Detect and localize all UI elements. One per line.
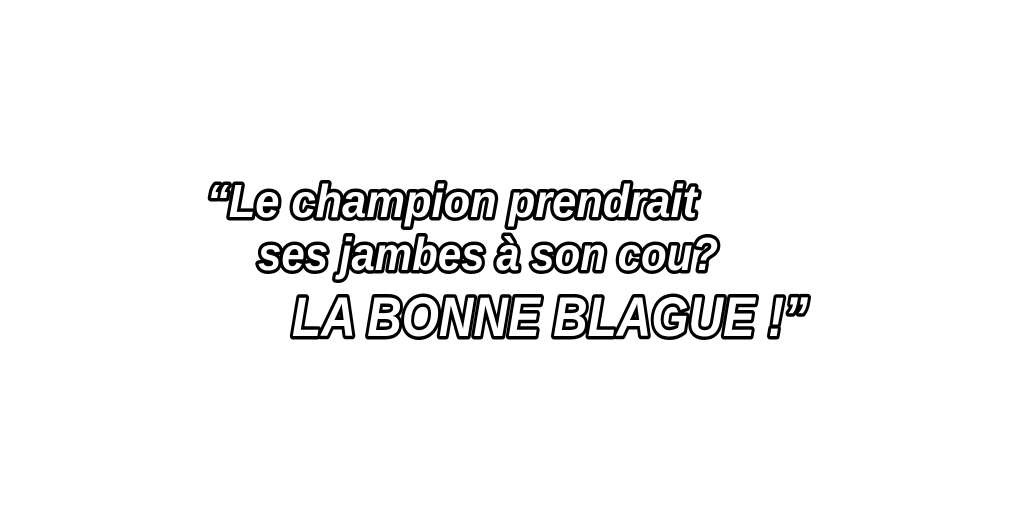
quote-line-2: ses jambes à son cou?	[258, 228, 718, 280]
quote-graphic: “Le champion prendrait ses jambes à son …	[204, 172, 812, 352]
quote-line-3: LA BONNE BLAGUE !”	[292, 285, 808, 348]
quote-line-1: “Le champion prendrait	[207, 175, 699, 227]
